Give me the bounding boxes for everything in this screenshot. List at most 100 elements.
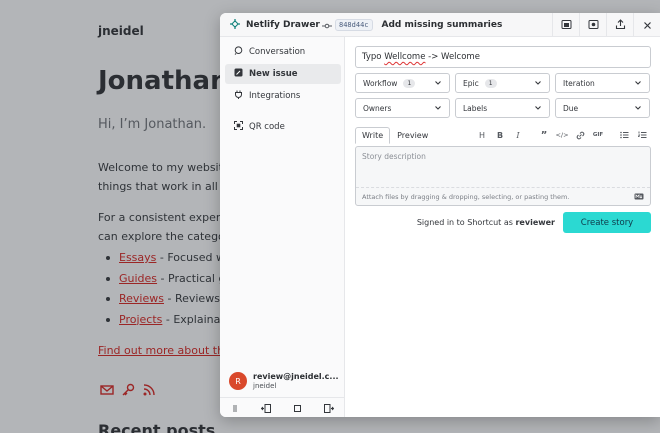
record-button[interactable] <box>579 13 606 37</box>
select-label: Labels <box>463 103 488 113</box>
count-badge: 1 <box>403 78 416 88</box>
chevron-down-icon <box>635 81 641 85</box>
categories-line-1: For a consistent experi <box>98 211 224 224</box>
tab-preview[interactable]: Preview <box>390 127 435 144</box>
projects-link[interactable]: Projects <box>119 313 162 326</box>
attach-hint: Attach files by dragging & dropping, sel… <box>362 192 570 201</box>
list-item: Guides - Practical g <box>106 269 225 290</box>
drawer-topbar: Netlify Drawer 848d44c Add missing summa… <box>220 13 660 37</box>
account-email: review@jneidel.c... <box>253 372 339 381</box>
select-row-2: Owners Labels Due <box>355 98 651 118</box>
dock-left-icon[interactable] <box>260 398 271 417</box>
sidebar-item-qr-code[interactable]: QR code <box>225 117 341 137</box>
page-heading: Jonathan <box>98 66 229 96</box>
labels-select[interactable]: Labels <box>455 98 550 118</box>
chat-icon <box>234 46 243 58</box>
bold-button[interactable]: B <box>491 126 509 144</box>
select-label: Epic <box>463 78 479 88</box>
qr-icon <box>234 121 243 133</box>
essays-link[interactable]: Essays <box>119 251 156 264</box>
chevron-down-icon <box>435 81 441 85</box>
select-label: Iteration <box>563 78 595 88</box>
plug-icon <box>234 90 243 102</box>
sidebar-item-label: Integrations <box>249 91 301 101</box>
sidebar-footer <box>220 397 345 417</box>
sidebar-item-integrations[interactable]: Integrations <box>225 86 341 106</box>
quote-button[interactable]: ” <box>535 126 553 144</box>
dock-right-icon[interactable] <box>324 398 335 417</box>
select-label: Workflow <box>363 78 398 88</box>
list-item-text: - Practical g <box>157 271 226 285</box>
numbered-list-icon <box>637 131 646 138</box>
rss-icon[interactable] <box>142 382 156 396</box>
bullet-list-button[interactable] <box>615 126 633 144</box>
attach-files-area[interactable]: Attach files by dragging & dropping, sel… <box>356 187 650 205</box>
greeting-text: Hi, I’m Jonathan. <box>98 117 207 132</box>
gif-button[interactable]: GIF <box>589 126 607 144</box>
find-out-more-link[interactable]: Find out more about th <box>98 344 224 357</box>
numbered-list-button[interactable] <box>633 126 651 144</box>
site-name[interactable]: jneidel <box>98 24 144 38</box>
due-select[interactable]: Due <box>555 98 650 118</box>
screenshot-button[interactable] <box>552 13 579 37</box>
heading-button[interactable]: H <box>473 126 491 144</box>
story-description-editor[interactable]: Story description Attach files by draggi… <box>355 146 651 206</box>
chevron-down-icon <box>535 81 541 85</box>
account-info[interactable]: R review@jneidel.c... jneidel <box>229 372 339 390</box>
guides-link[interactable]: Guides <box>119 272 157 285</box>
bullet-list-icon <box>619 131 628 139</box>
select-label: Owners <box>363 103 392 113</box>
list-item-text: - Focused w <box>156 251 226 264</box>
dock-center-icon[interactable] <box>293 398 302 417</box>
title-text: -> Welcome <box>425 52 480 62</box>
recent-posts-heading: Recent posts <box>98 421 216 433</box>
drag-handle-icon[interactable] <box>231 398 239 417</box>
intro-line-1: Welcome to my websit <box>98 161 223 174</box>
signed-in-text: Signed in to Shortcut as reviewer <box>417 218 555 227</box>
markdown-icon <box>634 193 644 200</box>
epic-select[interactable]: Epic 1 <box>455 73 550 93</box>
key-icon[interactable] <box>121 382 135 396</box>
owners-select[interactable]: Owners <box>355 98 450 118</box>
account-username: jneidel <box>253 382 277 390</box>
sidebar-item-new-issue[interactable]: New issue <box>225 64 341 84</box>
share-button[interactable] <box>606 13 633 37</box>
intro-line-2: things that work in all a <box>98 180 229 193</box>
commit-hash[interactable]: 848d44c <box>335 18 373 31</box>
signed-in-user: reviewer <box>515 218 555 227</box>
mail-icon[interactable] <box>100 382 114 396</box>
close-button[interactable] <box>633 13 660 37</box>
italic-button[interactable]: I <box>509 126 527 144</box>
sidebar-item-conversation[interactable]: Conversation <box>225 42 341 62</box>
tab-write[interactable]: Write <box>355 126 391 144</box>
share-icon <box>615 15 626 34</box>
workflow-select[interactable]: Workflow 1 <box>355 73 450 93</box>
editor-tabs: Write Preview H B I ” </> GIF <box>355 126 651 144</box>
list-item: Reviews - Reviews <box>106 289 225 310</box>
netlify-logo-icon <box>229 15 241 34</box>
reviews-link[interactable]: Reviews <box>119 292 164 305</box>
code-button[interactable]: </> <box>553 126 571 144</box>
iteration-select[interactable]: Iteration <box>555 73 650 93</box>
title-text: Typo <box>362 52 385 62</box>
sidebar-item-label: Conversation <box>249 47 306 57</box>
commit-icon <box>322 15 332 34</box>
chevron-down-icon <box>535 106 541 110</box>
chevron-down-icon <box>435 106 441 110</box>
sidebar-item-label: QR code <box>249 122 285 132</box>
link-button[interactable] <box>571 126 589 144</box>
category-list: Essays - Focused w Guides - Practical g … <box>106 248 225 330</box>
description-placeholder: Story description <box>362 152 426 161</box>
select-label: Due <box>563 103 579 113</box>
avatar: R <box>229 372 247 390</box>
commit-message: Add missing summaries <box>381 19 503 30</box>
list-item: Projects - Explainat <box>106 310 225 331</box>
record-icon <box>588 15 599 34</box>
title-misspelled-word: Wellcome <box>384 52 426 62</box>
close-icon <box>643 15 652 34</box>
sidebar-item-label: New issue <box>249 69 298 79</box>
social-icons <box>100 382 156 396</box>
issue-title-input[interactable]: Typo Wellcome -> Welcome <box>355 46 651 68</box>
create-story-button[interactable]: Create story <box>563 212 651 233</box>
count-badge: 1 <box>484 78 497 88</box>
